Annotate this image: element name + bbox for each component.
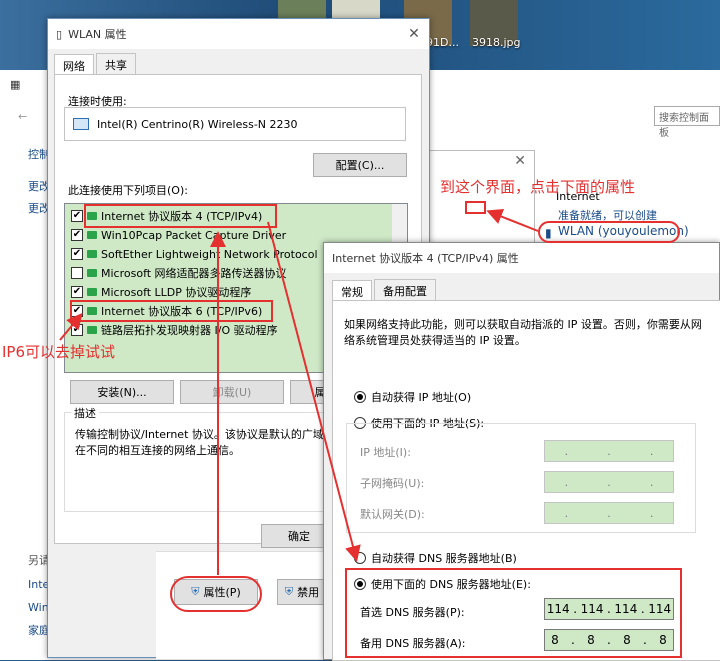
arrow-to-dns xyxy=(267,221,361,562)
annotation-arrows xyxy=(59,208,539,575)
arrow-from-wlan xyxy=(486,208,539,232)
arrow-to-ipv6 xyxy=(59,312,83,341)
